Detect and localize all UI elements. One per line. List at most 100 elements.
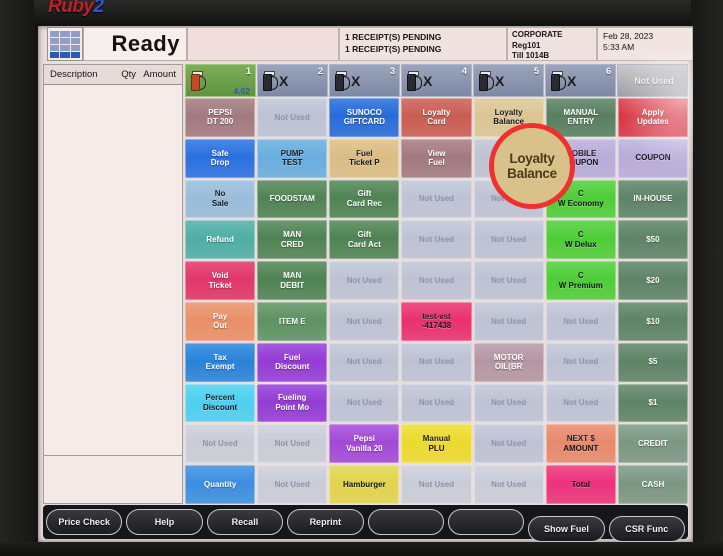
grid-button-label: Not Used: [418, 479, 455, 489]
grid-button-safe-drop-r2c1[interactable]: Safe Drop: [185, 138, 256, 178]
function-button-blank[interactable]: [367, 509, 444, 535]
grid-button-10-r6c7[interactable]: $10: [617, 301, 688, 341]
grid-button-not-used-r7c3[interactable]: Not Used: [329, 342, 400, 382]
grid-button-not-used-r8c5[interactable]: Not Used: [473, 383, 544, 423]
keypad-icon[interactable]: [47, 27, 83, 61]
grid-button-refund-r4c1[interactable]: Refund: [185, 220, 256, 260]
grid-button-test-vst-417438-r6c4[interactable]: test-vst -417438: [401, 301, 472, 341]
register-id: Reg101: [512, 40, 541, 50]
grid-button-pepsi-vanilla-20-r9c3[interactable]: Pepsi Vanilla 20: [329, 424, 400, 464]
function-button-csr-func[interactable]: CSR Func: [608, 516, 685, 542]
grid-button-not-used-r9c1[interactable]: Not Used: [185, 424, 256, 464]
receipt-line-1: 1 RECEIPT(S) PENDING: [345, 32, 442, 42]
grid-button-fuel-discount-r7c2[interactable]: Fuel Discount: [257, 342, 328, 382]
grid-button-no-sale-r3c1[interactable]: No Sale: [185, 179, 256, 219]
grid-button-motor-oil-br-r7c5[interactable]: MOTOR OIL(BR: [473, 342, 544, 382]
grid-button-next-amount-r9c6[interactable]: NEXT $ AMOUNT: [545, 424, 616, 464]
grid-button-not-used-r6c5[interactable]: Not Used: [473, 301, 544, 341]
grid-button-apply-updates-r1c7[interactable]: Apply Updates: [617, 98, 688, 137]
grid-button-50-r4c7[interactable]: $50: [617, 220, 688, 260]
grid-button-tax-exempt-r7c1[interactable]: Tax Exempt: [185, 342, 256, 382]
transaction-items: [44, 85, 182, 455]
grid-button-percent-discount-r8c1[interactable]: Percent Discount: [185, 383, 256, 423]
grid-button-not-used-r5c3[interactable]: Not Used: [329, 261, 400, 300]
grid-button-manual-plu-r9c4[interactable]: Manual PLU: [401, 424, 472, 464]
pump-number: 4: [461, 66, 467, 76]
grid-button-credit-r9c7[interactable]: CREDIT: [617, 424, 688, 464]
grid-button-not-used-r8c3[interactable]: Not Used: [329, 383, 400, 423]
transaction-panel[interactable]: Description Qty Amount: [43, 64, 183, 504]
grid-button-gift-card-act-r4c3[interactable]: Gift Card Act: [329, 220, 400, 260]
receipts-pending[interactable]: 1 RECEIPT(S) PENDING 1 RECEIPT(S) PENDIN…: [339, 27, 507, 61]
pump-amount: 4.02: [233, 86, 250, 96]
grid-button-not-used-r10c2[interactable]: Not Used: [257, 465, 328, 504]
function-button-label: Help: [154, 517, 175, 527]
grid-button-pump-test-r2c2[interactable]: PUMP TEST: [257, 138, 328, 178]
grid-button-label: Not Used: [418, 398, 455, 408]
grid-button-label: $1: [648, 398, 658, 408]
function-button-price-check[interactable]: Price Check: [46, 509, 123, 535]
grid-button-c-w-delux-r4c6[interactable]: CW Delux: [545, 220, 616, 260]
pump-slot-6[interactable]: X6: [545, 64, 616, 97]
grid-button-quantity-r10c1[interactable]: Quantity: [185, 465, 256, 504]
grid-button-man-cred-r4c2[interactable]: MAN CRED: [257, 220, 328, 260]
grid-button-not-used-r4c5[interactable]: Not Used: [473, 220, 544, 260]
pump-slot-3[interactable]: X3: [329, 64, 400, 97]
grid-button-coupon-r2c7[interactable]: COUPON: [617, 138, 688, 178]
pump-slot-2[interactable]: X2: [257, 64, 328, 97]
grid-button-pay-out-r6c1[interactable]: Pay Out: [185, 301, 256, 341]
grid-button-cash-r10c7[interactable]: CASH: [617, 465, 688, 504]
grid-button-not-used-r6c3[interactable]: Not Used: [329, 301, 400, 341]
grid-button-label: PUMP TEST: [280, 148, 304, 168]
grid-button-view-fuel-r2c4[interactable]: View Fuel: [401, 138, 472, 178]
function-button-help[interactable]: Help: [126, 509, 203, 535]
grid-button-loyalty-card-r1c4[interactable]: Loyalty Card: [401, 98, 472, 137]
grid-button-not-used-r3c4[interactable]: Not Used: [401, 179, 472, 219]
grid-button-fuel-ticket-p-r2c3[interactable]: Fuel Ticket P: [329, 138, 400, 178]
grid-button-label: $10: [646, 316, 660, 326]
grid-button-total-r10c6[interactable]: Total: [545, 465, 616, 504]
pump-slot-1[interactable]: 1 4.02: [185, 64, 256, 97]
grid-button-not-used-r8c6[interactable]: Not Used: [545, 383, 616, 423]
grid-button-not-used-r10c5[interactable]: Not Used: [473, 465, 544, 504]
grid-button-hamburger-r10c3[interactable]: Hamburger: [329, 465, 400, 504]
grid-button-c-w-premium-r5c6[interactable]: CW Premium: [545, 261, 616, 300]
grid-button-20-r5c7[interactable]: $20: [617, 261, 688, 300]
grid-button-not-used-r10c4[interactable]: Not Used: [401, 465, 472, 504]
grid-button-not-used-r7c6[interactable]: Not Used: [545, 342, 616, 382]
pump-slot-5[interactable]: X5: [473, 64, 544, 97]
function-button-recall[interactable]: Recall: [206, 509, 284, 535]
grid-button-5-r7c7[interactable]: $5: [617, 342, 688, 382]
grid-button-not-used-r5c4[interactable]: Not Used: [401, 261, 472, 300]
grid-button-pepsi-dt-200-r1c1[interactable]: PEPSI DT 200: [185, 98, 256, 137]
grid-button-1-r8c7[interactable]: $1: [617, 383, 688, 423]
grid-button-man-debit-r5c2[interactable]: MAN DEBIT: [257, 261, 328, 300]
grid-button-fueling-point-mo-r8c2[interactable]: Fueling Point Mo: [257, 383, 328, 423]
grid-button-not-used-r9c2[interactable]: Not Used: [257, 424, 328, 464]
grid-button-foodstam-r3c2[interactable]: FOODSTAM: [257, 179, 328, 219]
grid-button-sunoco-giftcard-r1c3[interactable]: SUNOCO GIFTCARD: [329, 98, 400, 137]
function-button-show-fuel[interactable]: Show Fuel: [528, 516, 605, 542]
grid-button-in-house-r3c7[interactable]: IN-HOUSE: [617, 179, 688, 219]
brand-logo: Ruby2: [48, 0, 104, 17]
grid-button-label: Not Used: [274, 439, 310, 449]
pump-slot-unused[interactable]: Not Used: [617, 64, 688, 97]
grid-button-not-used-r1c2[interactable]: Not Used: [257, 98, 328, 137]
grid-button-item-e-r6c2[interactable]: ITEM E: [257, 301, 328, 341]
grid-button-gift-card-rec-r3c3[interactable]: Gift Card Rec: [329, 179, 400, 219]
grid-button-not-used-r8c4[interactable]: Not Used: [401, 383, 472, 423]
bezel-left: [0, 0, 34, 556]
function-button-reprint[interactable]: Reprint: [287, 509, 364, 535]
annotation-label: Loyalty Balance: [507, 151, 557, 181]
date-text: Feb 28, 2023: [603, 31, 654, 41]
pump-slot-4[interactable]: X4: [401, 64, 472, 97]
grid-button-label: Not Used: [418, 194, 455, 204]
grid-button-not-used-r5c5[interactable]: Not Used: [473, 261, 544, 300]
grid-button-not-used-r6c6[interactable]: Not Used: [545, 301, 616, 341]
grid-button-not-used-r9c5[interactable]: Not Used: [473, 424, 544, 464]
grid-button-void-ticket-r5c1[interactable]: Void Ticket: [185, 261, 256, 300]
grid-button-manual-entry-r1c6[interactable]: MANUAL ENTRY: [545, 98, 616, 137]
function-button-blank[interactable]: [447, 509, 525, 535]
grid-button-not-used-r7c4[interactable]: Not Used: [401, 342, 472, 382]
grid-button-not-used-r4c4[interactable]: Not Used: [401, 220, 472, 260]
